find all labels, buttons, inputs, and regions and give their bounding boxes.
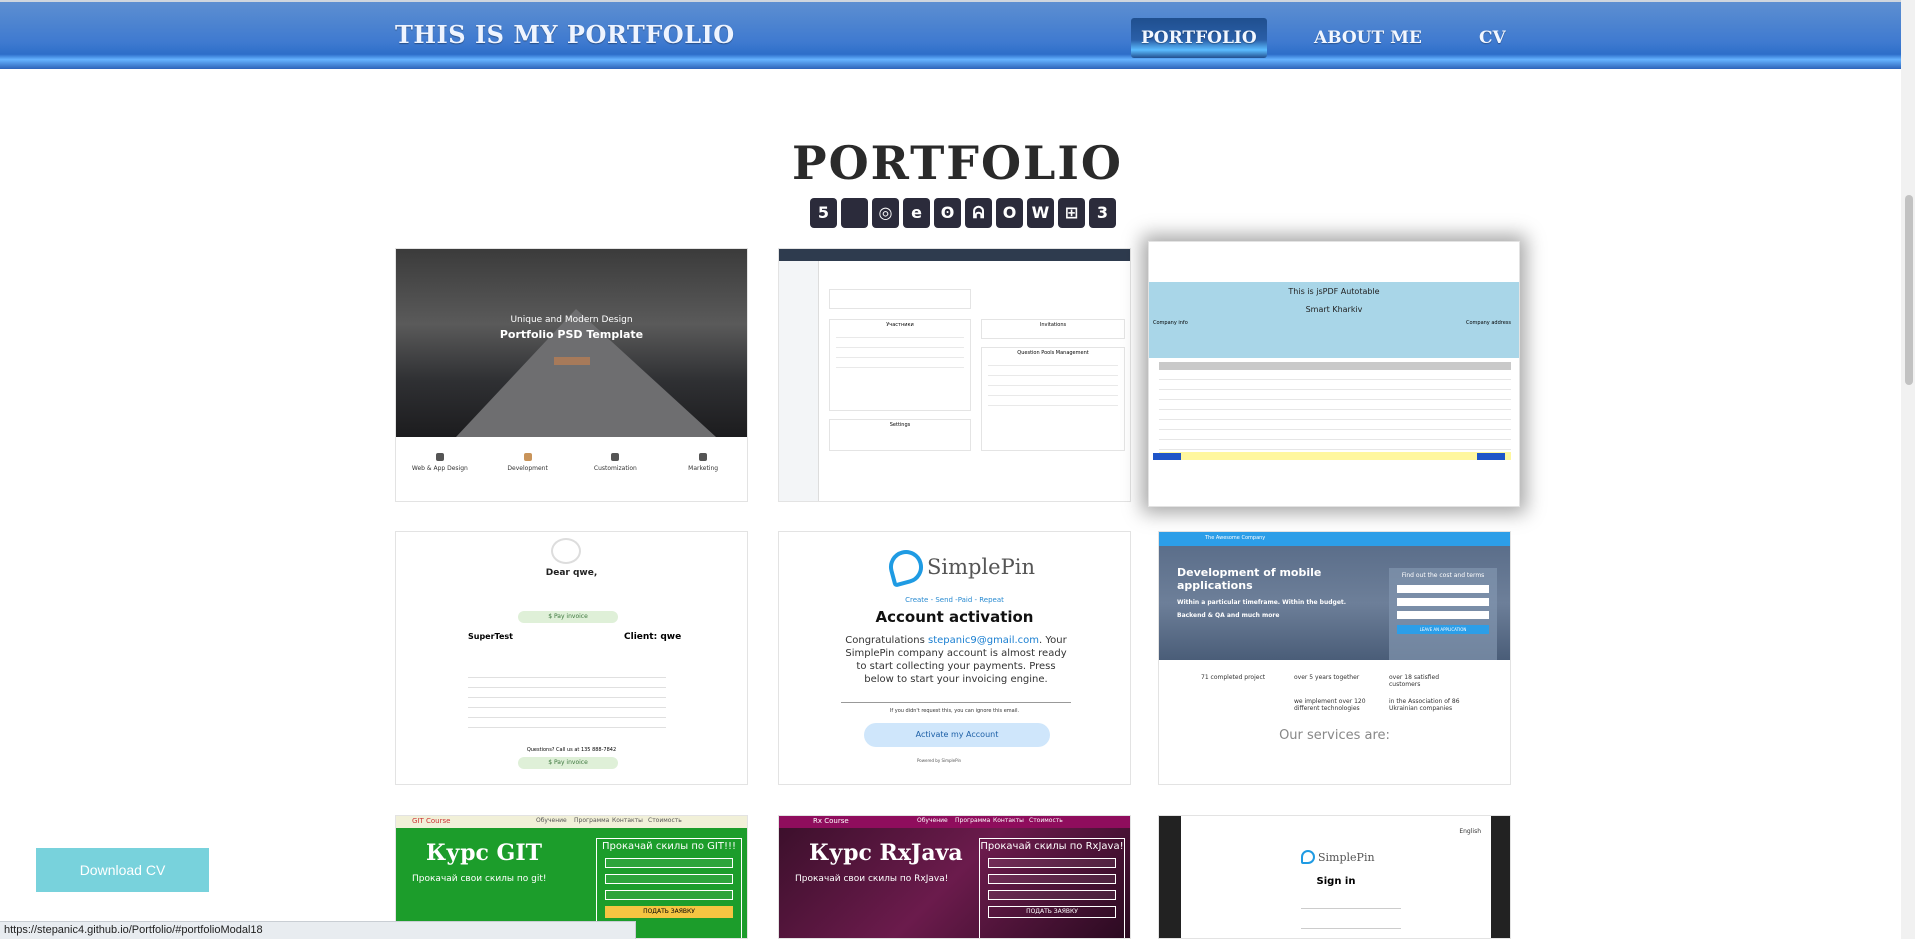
card-cta (554, 357, 590, 365)
course-navbar: GIT Course Обучение Программа Контакты С… (396, 816, 747, 828)
course-subheading: Прокачай свои скилы по RxJava! (795, 874, 949, 884)
card-features: Web & App Design Development Customizati… (396, 453, 747, 472)
site-brand[interactable]: THIS IS MY PORTFOLIO (395, 20, 735, 49)
simplepin-logo: SimplePin (885, 546, 1035, 588)
course-heading: Курс RxJava (809, 840, 963, 866)
portfolio-card-simplepin-activation[interactable]: SimplePin Create - Send -Paid - Repeat A… (778, 531, 1131, 785)
pay-invoice-button: $ Pay invoice (518, 757, 618, 769)
linux-icon: ʘ (934, 198, 961, 228)
feature-item: Development (493, 453, 563, 472)
pdf-left-label: Company info (1153, 320, 1188, 326)
dashboard-panel: Question Pools Management (981, 347, 1125, 451)
ie-icon: e (903, 198, 930, 228)
portfolio-card-rxjava-course[interactable]: Rx Course Обучение Программа Контакты Ст… (778, 815, 1131, 939)
activation-heading: Account activation (875, 608, 1034, 626)
wordpress-icon: W (1027, 198, 1054, 228)
feature-item: Web & App Design (405, 453, 475, 472)
opera-icon: O (996, 198, 1023, 228)
portfolio-card-psd-template[interactable]: Unique and Modern Design Portfolio PSD T… (395, 248, 748, 502)
pdf-table-header (1159, 362, 1511, 370)
card-title: Portfolio PSD Template (499, 328, 644, 341)
course-heading: Курс GIT (426, 840, 542, 866)
activate-account-button: Activate my Account (864, 723, 1050, 747)
dashboard-panel: Участники (829, 319, 971, 411)
feature-item: Customization (580, 453, 650, 472)
section-title: PORTFOLIO (792, 136, 1123, 190)
scrollbar-thumb[interactable] (1905, 195, 1913, 385)
company-navbar: The Awesome Company (1159, 532, 1510, 546)
css3-icon: 3 (1089, 198, 1116, 228)
card-subtitle: Unique and Modern Design (510, 315, 633, 325)
feature-item: Marketing (668, 453, 738, 472)
portfolio-card-simplepin-signin[interactable]: English SimplePin Sign in (1158, 815, 1511, 939)
pdf-header-title: This is jsPDF Autotable (1288, 287, 1380, 296)
portfolio-card-awesome-company[interactable]: The Awesome Company Development of mobil… (1158, 531, 1511, 785)
avatar (551, 538, 581, 564)
pdf-company: Smart Kharkiv (1305, 305, 1363, 314)
portfolio-card-invoice[interactable]: Dear qwe, $ Pay invoice SuperTest Client… (395, 531, 748, 785)
browser-status-bar: https://stepanic4.github.io/Portfolio/#p… (0, 921, 636, 939)
course-form: Прокачай скилы по RxJava! ПОДАТЬ ЗАЯВКУ (979, 838, 1125, 938)
invoice-greeting: Dear qwe, (545, 568, 598, 578)
signin-panel: English SimplePin Sign in (1181, 816, 1491, 938)
company-form: Find out the cost and terms LEAVE AN APP… (1389, 568, 1497, 660)
simplepin-icon (885, 546, 927, 588)
pdf-button (1477, 453, 1505, 460)
course-subheading: Прокачай свои скилы по git! (412, 874, 547, 884)
card-hero-image (396, 249, 747, 437)
tech-icons-row: 5 ◎ e ʘ ᕱ O W ⊞ 3 (810, 198, 1116, 228)
powered-by: Powered by SimplePin (917, 758, 962, 763)
android-icon: ᕱ (965, 198, 992, 228)
portfolio-card-dashboard[interactable]: Участники Invitations Question Pools Man… (778, 248, 1131, 502)
signin-heading: Sign in (1316, 876, 1356, 887)
activation-body: Congratulations stepanic9@gmail.com. You… (845, 635, 1067, 685)
course-navbar: Rx Course Обучение Программа Контакты Ст… (779, 816, 1130, 828)
windows-icon: ⊞ (1058, 198, 1085, 228)
pdf-button (1153, 453, 1181, 460)
dashboard-panel: Invitations (981, 319, 1125, 339)
nav-cv[interactable]: CV (1469, 18, 1516, 58)
pdf-right-label: Company address (1465, 320, 1511, 326)
dashboard-panel: Settings (829, 419, 971, 451)
pdf-highlight-row (1159, 452, 1511, 460)
dashboard-sidebar (779, 261, 819, 501)
nav-about-me[interactable]: ABOUT ME (1304, 18, 1432, 58)
pay-invoice-button: $ Pay invoice (518, 611, 618, 623)
nav-portfolio[interactable]: PORTFOLIO (1131, 18, 1267, 58)
simplepin-tagline: Create - Send -Paid - Repeat (905, 596, 1004, 604)
services-heading: Our services are: (1279, 728, 1390, 743)
simplepin-icon (1301, 850, 1315, 864)
dashboard-topbar (779, 249, 1130, 261)
chrome-icon: ◎ (872, 198, 899, 228)
apple-icon (841, 198, 868, 228)
activation-ignore-note: If you didn't request this, you can igno… (889, 708, 1020, 714)
invoice-phone: Questions? Call us at 135 888-7842 (526, 747, 617, 753)
navbar: THIS IS MY PORTFOLIO PORTFOLIO ABOUT ME … (0, 0, 1915, 69)
portfolio-card-jspdf[interactable]: This is jsPDF Autotable Smart Kharkiv Co… (1148, 241, 1520, 507)
company-hero: Development of mobile applications Within… (1159, 546, 1510, 660)
invoice-supplier: SuperTest (468, 632, 513, 641)
dashboard-panel (829, 289, 971, 309)
html5-icon: 5 (810, 198, 837, 228)
invoice-client: Client: qwe (624, 632, 682, 642)
download-cv-button[interactable]: Download CV (36, 848, 209, 892)
